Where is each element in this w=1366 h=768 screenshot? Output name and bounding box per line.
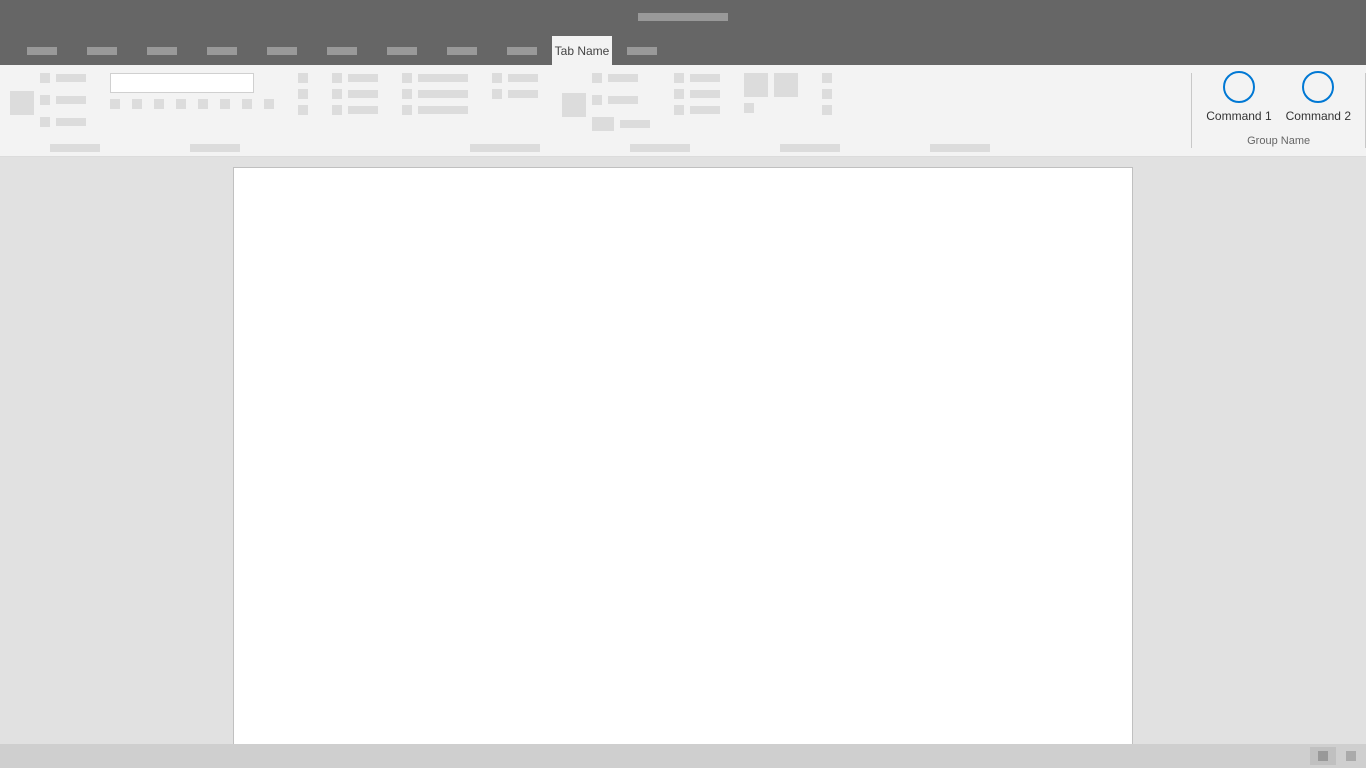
ribbon-tab[interactable] <box>432 36 492 65</box>
ribbon-tabs: Tab Name <box>0 34 1366 65</box>
title-bar <box>0 0 1366 34</box>
view-mode-button[interactable] <box>1310 747 1336 765</box>
ribbon-tab[interactable] <box>192 36 252 65</box>
ribbon-group-label: Group Name <box>1247 135 1310 147</box>
circle-icon <box>1223 71 1255 103</box>
ribbon-tab[interactable] <box>492 36 552 65</box>
circle-icon <box>1302 71 1334 103</box>
ribbon-combobox[interactable] <box>110 73 254 93</box>
ribbon-tab-active[interactable]: Tab Name <box>552 36 612 65</box>
ribbon-tab[interactable] <box>132 36 192 65</box>
ribbon-custom-group: Command 1 Command 2 Group Name <box>1192 65 1365 156</box>
command-2-label: Command 2 <box>1286 109 1351 123</box>
ribbon-tab[interactable] <box>372 36 432 65</box>
ribbon-tab[interactable] <box>612 36 672 65</box>
document-page[interactable] <box>233 167 1133 744</box>
document-workspace <box>0 157 1366 744</box>
command-1-label: Command 1 <box>1206 109 1271 123</box>
ribbon-tab[interactable] <box>252 36 312 65</box>
ribbon-placeholder-area <box>0 65 1191 156</box>
ribbon-tab[interactable] <box>72 36 132 65</box>
command-2-button[interactable]: Command 2 <box>1286 71 1351 123</box>
ribbon-tab[interactable] <box>12 36 72 65</box>
ribbon: Command 1 Command 2 Group Name <box>0 65 1366 157</box>
command-1-button[interactable]: Command 1 <box>1206 71 1271 123</box>
status-icon[interactable] <box>1346 751 1356 761</box>
app-title-placeholder <box>638 13 728 21</box>
ribbon-tab[interactable] <box>312 36 372 65</box>
status-bar <box>0 744 1366 768</box>
